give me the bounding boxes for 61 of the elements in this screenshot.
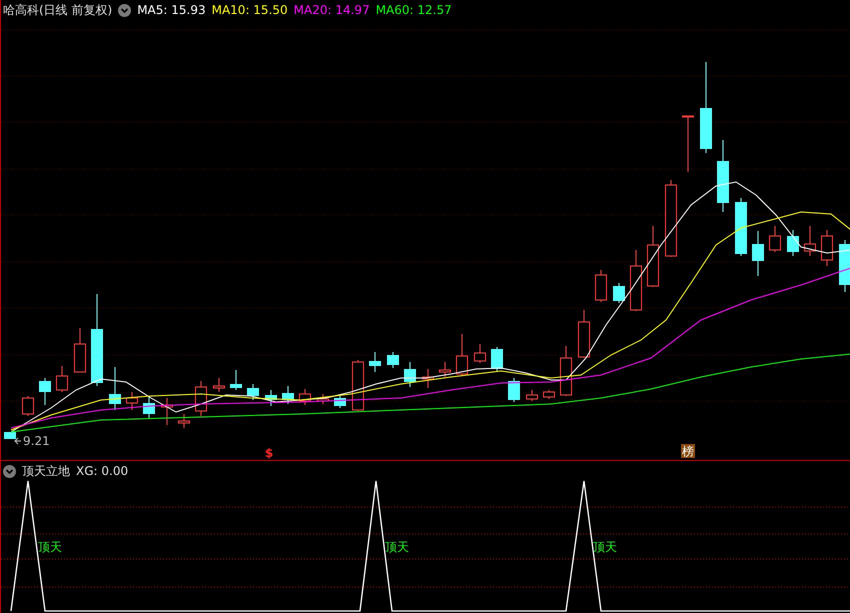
candlestick bbox=[560, 346, 572, 396]
candlestick bbox=[213, 378, 225, 392]
candlestick bbox=[56, 366, 68, 392]
candlestick bbox=[178, 414, 190, 428]
candlestick bbox=[439, 362, 451, 378]
candlestick bbox=[682, 116, 694, 172]
stock-title: 哈高科(日线 前复权) bbox=[3, 3, 112, 17]
indicator-title: 顶天立地 bbox=[22, 464, 70, 478]
candlestick bbox=[369, 352, 381, 372]
candlestick bbox=[334, 396, 346, 408]
candlestick bbox=[126, 392, 138, 410]
candlestick bbox=[265, 390, 277, 406]
candlestick bbox=[804, 226, 816, 256]
moving-average-legend: MA60: 12.57 bbox=[376, 3, 452, 17]
candlestick bbox=[752, 230, 764, 276]
candlestick bbox=[4, 432, 16, 440]
moving-average-legend: MA5: 15.93 bbox=[137, 3, 206, 17]
candlestick bbox=[630, 250, 642, 312]
candlestick bbox=[647, 226, 659, 288]
candlestick bbox=[508, 378, 520, 402]
candlestick bbox=[161, 398, 173, 426]
candlestick bbox=[299, 388, 311, 406]
candlestick bbox=[387, 352, 399, 368]
signal-label: 顶天 bbox=[38, 540, 62, 554]
candlestick bbox=[474, 344, 486, 364]
event-badge[interactable]: 榜 bbox=[681, 444, 695, 458]
candlestick bbox=[735, 198, 747, 256]
candlestick bbox=[74, 328, 86, 372]
candlestick bbox=[404, 362, 416, 388]
moving-average-legend: MA20: 14.97 bbox=[294, 3, 370, 17]
candlestick bbox=[143, 396, 155, 418]
candlestick bbox=[422, 368, 434, 388]
candlestick bbox=[247, 384, 259, 400]
candlestick bbox=[109, 366, 121, 410]
leader-arrow-icon bbox=[14, 438, 22, 444]
moving-average-legend: MA10: 15.50 bbox=[212, 3, 288, 17]
candlestick bbox=[821, 230, 833, 266]
candlestick bbox=[22, 396, 34, 416]
dropdown-icon[interactable] bbox=[118, 4, 132, 16]
indicator-value: XG: 0.00 bbox=[76, 464, 128, 478]
candlestick bbox=[613, 282, 625, 304]
candlestick bbox=[491, 346, 503, 372]
candlestick bbox=[526, 390, 538, 402]
event-marker[interactable]: $ bbox=[264, 446, 274, 460]
candlestick bbox=[317, 394, 329, 404]
candlestick bbox=[352, 360, 364, 412]
candlestick bbox=[230, 370, 242, 390]
dropdown-icon[interactable] bbox=[3, 464, 16, 478]
candlestick bbox=[769, 226, 781, 252]
candlestick bbox=[578, 310, 590, 358]
candlestick bbox=[456, 334, 468, 376]
signal-label: 顶天 bbox=[385, 540, 409, 554]
candlestick bbox=[787, 230, 799, 256]
price-label: 9.21 bbox=[23, 434, 50, 448]
signal-label: 顶天 bbox=[593, 540, 617, 554]
candlestick bbox=[595, 270, 607, 302]
candlestick bbox=[195, 380, 207, 416]
candlestick bbox=[543, 390, 555, 400]
candlestick bbox=[839, 240, 850, 292]
candlestick bbox=[282, 386, 294, 404]
candlestick bbox=[39, 378, 51, 406]
